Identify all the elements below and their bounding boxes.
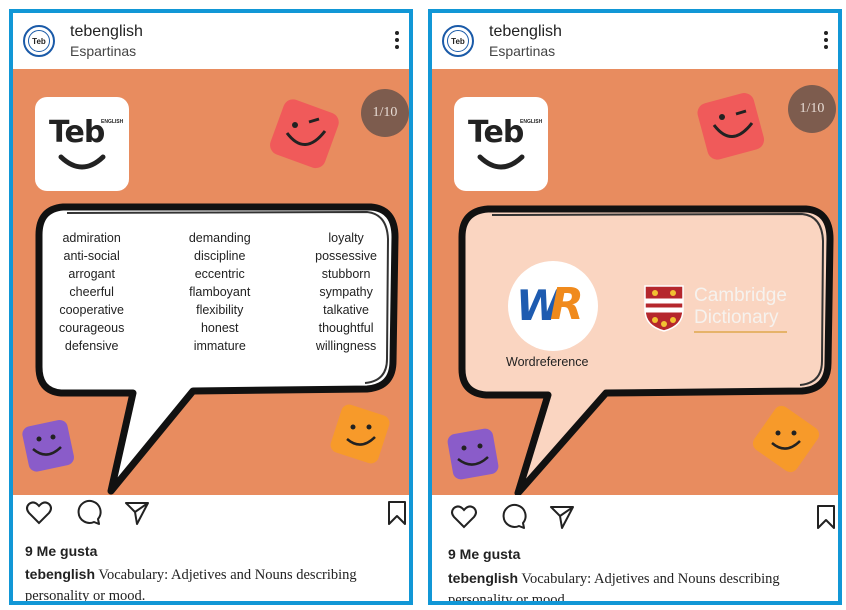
smiley-red-icon [697, 93, 765, 160]
post-image: Teb ENGLISH 1/10 WR Wordreference Cambri… [432, 69, 838, 495]
cambridge-crest-icon [644, 285, 684, 332]
word: loyalty [328, 231, 364, 245]
smiley-orange-icon [330, 404, 390, 464]
word: admiration [62, 231, 121, 245]
word: discipline [194, 249, 246, 263]
avatar[interactable]: Teb [442, 25, 474, 57]
word: sympathy [319, 285, 373, 299]
word: flamboyant [189, 285, 251, 299]
likes-count[interactable]: 9 Me gusta [25, 543, 97, 559]
avatar-logo: Teb [28, 30, 50, 52]
word: honest [200, 321, 239, 335]
vocab-column-2: demanding discipline eccentric flamboyan… [189, 229, 251, 355]
caption: tebenglish Vocabulary: Adjetives and Nou… [448, 568, 834, 601]
cambridge-line2: Dictionary [694, 307, 779, 328]
teb-logo: Teb ENGLISH [454, 97, 548, 191]
username[interactable]: tebenglish [489, 23, 562, 41]
word: eccentric [194, 267, 245, 281]
share-icon[interactable] [123, 499, 151, 527]
action-bar [13, 499, 409, 539]
caption: tebenglish Vocabulary: Adjetives and Nou… [25, 564, 405, 601]
word: cheerful [69, 285, 114, 299]
bookmark-icon[interactable] [812, 503, 840, 531]
likes-count[interactable]: 9 Me gusta [448, 546, 520, 562]
avatar[interactable]: Teb [23, 25, 55, 57]
more-options-icon[interactable] [393, 31, 401, 53]
word: thoughtful [318, 321, 374, 335]
vocab-column-3: loyalty possessive stubborn sympathy tal… [315, 229, 377, 355]
post-card-1: Teb tebenglish Espartinas Teb ENGLISH 1/… [9, 9, 413, 605]
smiley-red-icon [270, 99, 339, 169]
caption-username[interactable]: tebenglish [448, 570, 518, 586]
more-options-icon[interactable] [822, 31, 830, 53]
share-icon[interactable] [548, 503, 576, 531]
post-header: Teb tebenglish Espartinas [13, 13, 409, 69]
word: talkative [323, 303, 369, 317]
post-image: Teb ENGLISH 1/10 admiration anti-social … [13, 69, 409, 495]
page-counter: 1/10 [788, 85, 836, 133]
word: cooperative [59, 303, 124, 317]
avatar-logo: Teb [447, 30, 469, 52]
word: arrogant [68, 267, 115, 281]
cambridge-line1: Cambridge [694, 285, 787, 306]
wordreference-label: Wordreference [506, 355, 589, 369]
location[interactable]: Espartinas [489, 43, 555, 59]
cambridge-dictionary-logo[interactable]: Cambridge Dictionary [694, 285, 787, 329]
caption-username[interactable]: tebenglish [25, 566, 95, 582]
smiley-purple-icon [22, 419, 74, 472]
word: willingness [315, 339, 377, 353]
bookmark-icon[interactable] [383, 499, 411, 527]
wordreference-logo[interactable]: WR [508, 261, 598, 351]
word: immature [193, 339, 246, 353]
vocab-column-1: admiration anti-social arrogant cheerful… [59, 229, 124, 355]
heart-icon[interactable] [25, 499, 53, 527]
smiley-orange-icon [752, 405, 820, 473]
cambridge-underline [694, 331, 787, 333]
post-card-2: Teb tebenglish Espartinas Teb ENGLISH 1/… [428, 9, 842, 605]
username[interactable]: tebenglish [70, 23, 143, 41]
location[interactable]: Espartinas [70, 43, 136, 59]
word: demanding [188, 231, 251, 245]
post-header: Teb tebenglish Espartinas [432, 13, 838, 69]
word: anti-social [63, 249, 120, 263]
teb-logo: Teb ENGLISH [35, 97, 129, 191]
vocabulary-list: admiration anti-social arrogant cheerful… [59, 229, 377, 355]
action-bar [432, 503, 838, 543]
word: flexibility [196, 303, 244, 317]
comment-icon[interactable] [75, 499, 103, 527]
word: stubborn [321, 267, 371, 281]
smiley-purple-icon [447, 428, 499, 480]
word: defensive [64, 339, 119, 353]
word: possessive [315, 249, 377, 263]
page-counter: 1/10 [361, 89, 409, 137]
heart-icon[interactable] [450, 503, 478, 531]
comment-icon[interactable] [500, 503, 528, 531]
word: courageous [59, 321, 125, 335]
